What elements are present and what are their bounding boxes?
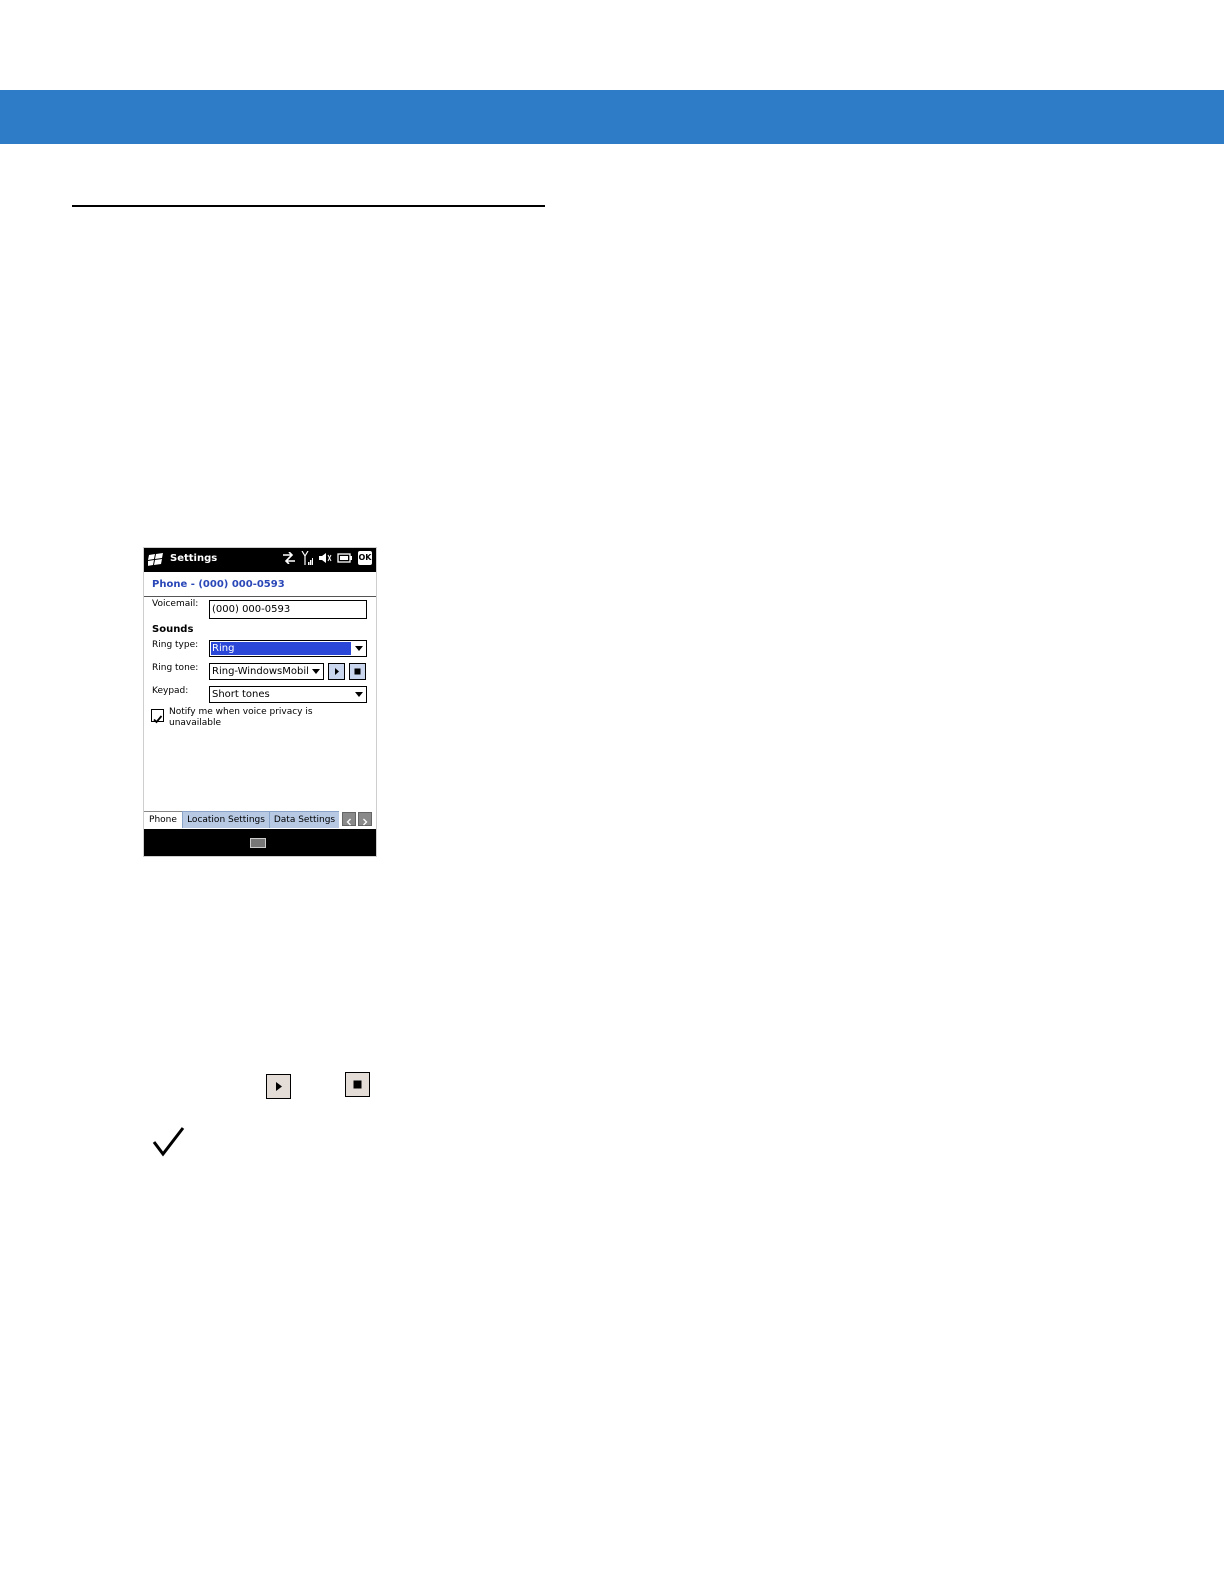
- keypad-select[interactable]: Short tones: [209, 686, 367, 703]
- device-screenshot: Settings OK Phone - (000) 000-0593 Voice…: [143, 547, 377, 857]
- header-divider: [144, 596, 376, 597]
- ring-tone-label: Ring tone:: [152, 663, 199, 673]
- voicemail-input[interactable]: (000) 000-0593: [209, 600, 367, 619]
- play-icon: [276, 1082, 282, 1091]
- sounds-heading: Sounds: [152, 624, 194, 635]
- chevron-left-icon: [346, 818, 351, 826]
- tab-phone[interactable]: Phone: [144, 811, 182, 828]
- header-band: [0, 90, 1224, 144]
- windows-start-icon[interactable]: [148, 552, 164, 566]
- chevron-down-icon[interactable]: [352, 687, 366, 702]
- play-button-illustration: [266, 1074, 291, 1099]
- connectivity-icon[interactable]: [282, 552, 296, 564]
- stop-button[interactable]: [349, 663, 366, 680]
- ring-type-label: Ring type:: [152, 640, 199, 650]
- stop-icon: [354, 668, 361, 675]
- voicemail-label: Voicemail:: [152, 599, 199, 609]
- stop-icon: [353, 1080, 362, 1089]
- notify-label: Notify me when voice privacy is unavaila…: [169, 707, 313, 728]
- signal-strength-icon[interactable]: [301, 551, 313, 565]
- tab-scroll-left-button[interactable]: [342, 812, 356, 826]
- play-button[interactable]: [328, 663, 345, 680]
- status-icons: OK: [282, 551, 372, 565]
- tab-bar: Phone Location Settings Data Settings: [144, 811, 376, 828]
- soft-key-bar: [144, 829, 376, 856]
- ring-type-value: Ring: [212, 643, 235, 654]
- title-bar: Settings OK: [144, 548, 376, 572]
- keypad-label: Keypad:: [152, 686, 189, 696]
- notify-checkbox[interactable]: [151, 709, 164, 724]
- battery-icon[interactable]: [337, 553, 353, 563]
- window-title: Settings: [170, 553, 218, 564]
- keyboard-icon[interactable]: [250, 838, 266, 848]
- chevron-down-icon[interactable]: [309, 664, 323, 679]
- section-rule: [72, 205, 545, 207]
- tab-location-settings[interactable]: Location Settings: [182, 811, 269, 828]
- stop-button-illustration: [345, 1072, 370, 1097]
- chevron-right-icon: [363, 818, 368, 826]
- ring-tone-value: Ring-WindowsMobile: [212, 666, 316, 677]
- chevron-down-icon[interactable]: [352, 641, 366, 656]
- note-checkmark-icon: [152, 1127, 185, 1157]
- play-icon: [335, 668, 339, 675]
- ring-type-select[interactable]: Ring: [209, 640, 367, 657]
- speaker-muted-icon[interactable]: [318, 552, 332, 564]
- tab-data-settings[interactable]: Data Settings: [269, 811, 339, 828]
- ok-button[interactable]: OK: [358, 551, 372, 565]
- tab-scroll-right-button[interactable]: [358, 812, 372, 826]
- phone-header: Phone - (000) 000-0593: [152, 579, 285, 590]
- checkmark-icon: [153, 715, 163, 724]
- keypad-value: Short tones: [212, 689, 270, 700]
- ring-tone-select[interactable]: Ring-WindowsMobile: [209, 663, 324, 680]
